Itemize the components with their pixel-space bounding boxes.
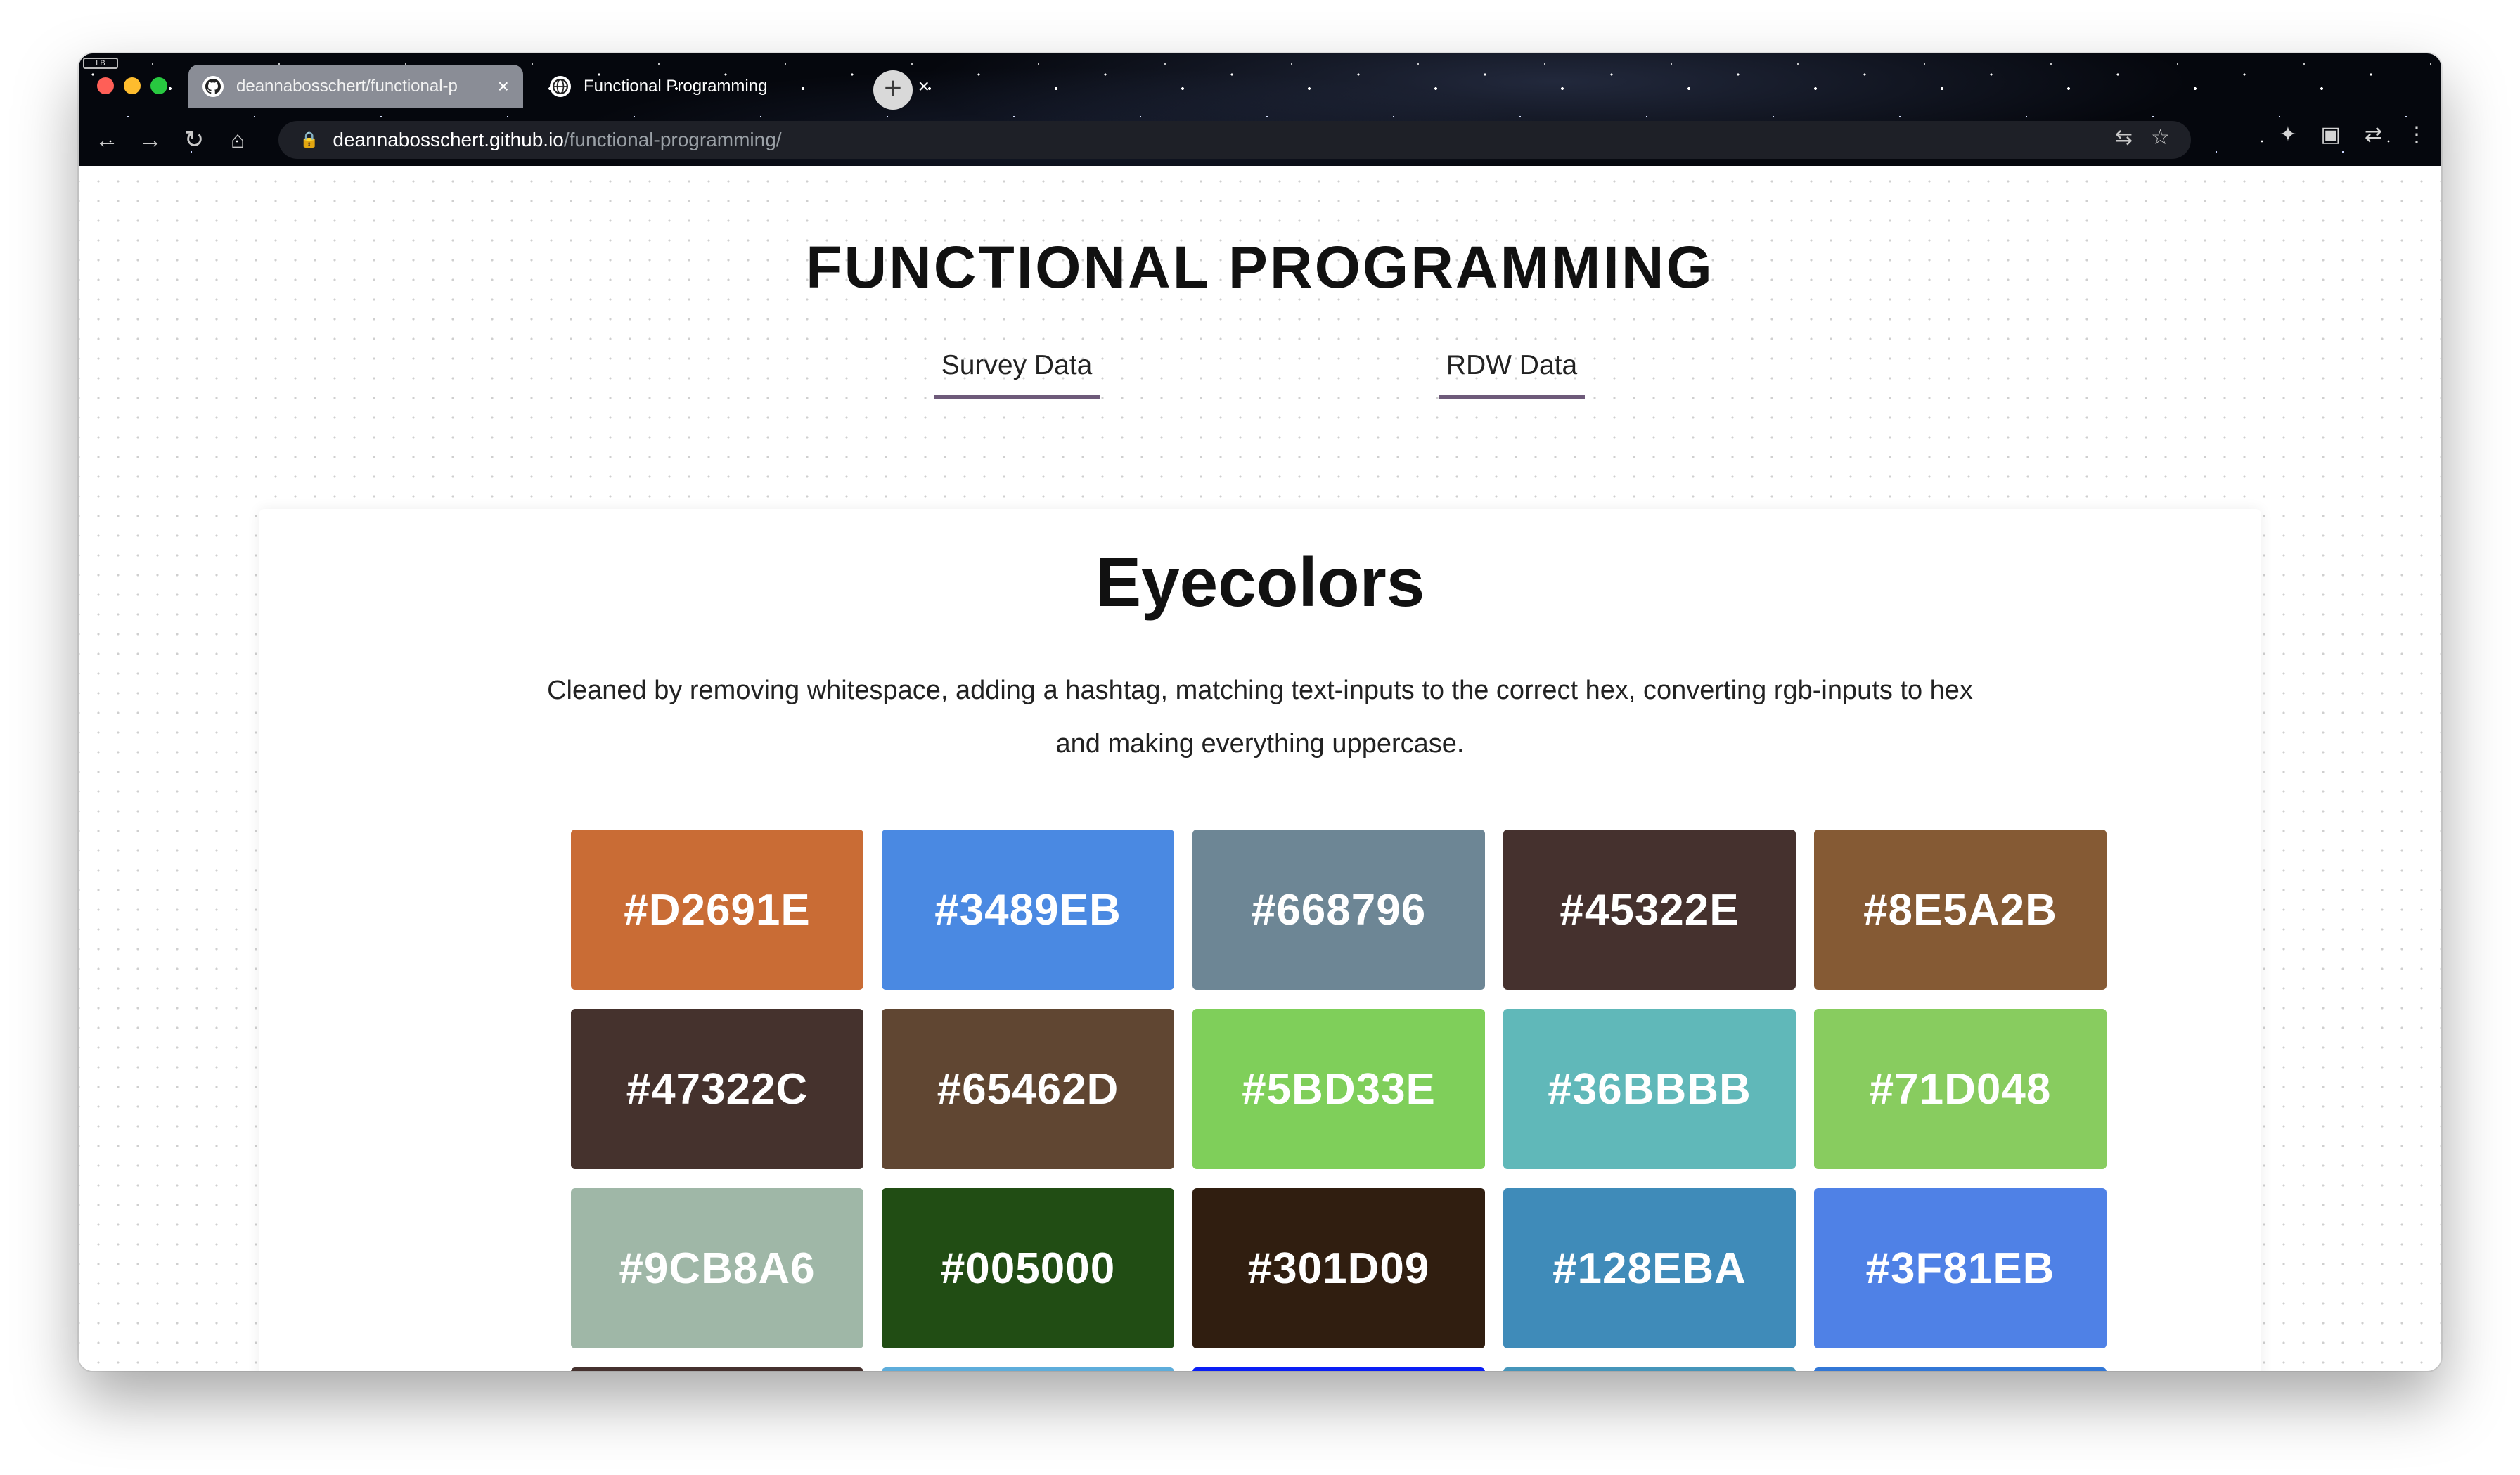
eyecolors-card: Eyecolors Cleaned by removing whitespace…: [259, 509, 2261, 1371]
color-swatch-grid: #D2691E #3489EB #668796 #45322E #8E5A2B #4732…: [571, 830, 2107, 1371]
new-tab-button[interactable]: +: [873, 70, 913, 110]
browser-chrome: LB deannabosschert/functional-p × Functi…: [79, 53, 2441, 166]
close-window-button[interactable]: [97, 77, 114, 94]
color-swatch: [1814, 1367, 2107, 1371]
bookmark-star-icon[interactable]: ☆: [2151, 125, 2170, 150]
forward-arrow-icon[interactable]: →: [135, 124, 166, 155]
menu-kebab-icon[interactable]: ⋮: [2406, 122, 2427, 147]
color-swatch: #668796: [1192, 830, 1485, 990]
nav-link-survey-data[interactable]: Survey Data: [934, 350, 1100, 399]
color-swatch: [1192, 1367, 1485, 1371]
color-swatch: [882, 1367, 1174, 1371]
tab-github[interactable]: deannabosschert/functional-p ×: [188, 65, 523, 108]
color-swatch: #47322C: [571, 1009, 863, 1169]
section-title: Eyecolors: [1095, 543, 1425, 621]
color-swatch: #D2691E: [571, 830, 863, 990]
tab-title: deannabosschert/functional-p: [236, 77, 458, 96]
cast-icon[interactable]: ▣: [2321, 122, 2341, 147]
nav-link-rdw-data[interactable]: RDW Data: [1439, 350, 1585, 399]
close-tab-icon[interactable]: ×: [918, 75, 930, 98]
browser-window: LB deannabosschert/functional-p × Functi…: [79, 53, 2441, 1371]
section-description: Cleaned by removing whitespace, adding a…: [547, 676, 1973, 759]
color-swatch: #3F81EB: [1814, 1188, 2107, 1348]
color-swatch: [1503, 1367, 1796, 1371]
url-domain: deannabosschert.github.io: [333, 129, 564, 150]
color-swatch: #3489EB: [882, 830, 1174, 990]
color-swatch: #71D048: [1814, 1009, 2107, 1169]
color-swatch: #9CB8A6: [571, 1188, 863, 1348]
tab-title: Functional Programming: [584, 77, 768, 96]
profile-badge[interactable]: LB: [83, 58, 118, 69]
translate-icon[interactable]: ⇆: [2115, 125, 2133, 150]
color-swatch: #8E5A2B: [1814, 830, 2107, 990]
color-swatch: #45322E: [1503, 830, 1796, 990]
site-nav: Survey Data RDW Data: [79, 350, 2441, 406]
lock-icon: 🔒: [300, 131, 319, 148]
color-swatch: #5BD33E: [1192, 1009, 1485, 1169]
color-swatch: #005000: [882, 1188, 1174, 1348]
color-swatch: #65462D: [882, 1009, 1174, 1169]
browser-toolbar: ← → ↻ ⌂ 🔒 deannabosschert.github.io/func…: [79, 114, 2441, 166]
close-tab-icon[interactable]: ×: [498, 75, 509, 98]
color-swatch: #301D09: [1192, 1188, 1485, 1348]
site-title: FUNCTIONAL PROGRAMMING: [806, 234, 1714, 300]
globe-icon: [550, 76, 571, 97]
color-swatch: [571, 1367, 863, 1371]
minimize-window-button[interactable]: [124, 77, 141, 94]
url-path: /functional-programming/: [563, 129, 782, 150]
address-bar[interactable]: 🔒 deannabosschert.github.io/functional-p…: [278, 121, 2191, 159]
maximize-window-button[interactable]: [150, 77, 167, 94]
color-swatch: #128EBA: [1503, 1188, 1796, 1348]
github-icon: [202, 76, 224, 97]
color-swatch: #36BBBB: [1503, 1009, 1796, 1169]
extensions-icon[interactable]: ✦: [2279, 122, 2296, 147]
home-icon[interactable]: ⌂: [222, 124, 253, 155]
page-content: FUNCTIONAL PROGRAMMING Survey Data RDW D…: [79, 166, 2441, 1371]
back-arrow-icon[interactable]: ←: [91, 124, 122, 155]
reload-icon[interactable]: ↻: [179, 124, 210, 155]
sync-icon[interactable]: ⇄: [2365, 122, 2382, 147]
